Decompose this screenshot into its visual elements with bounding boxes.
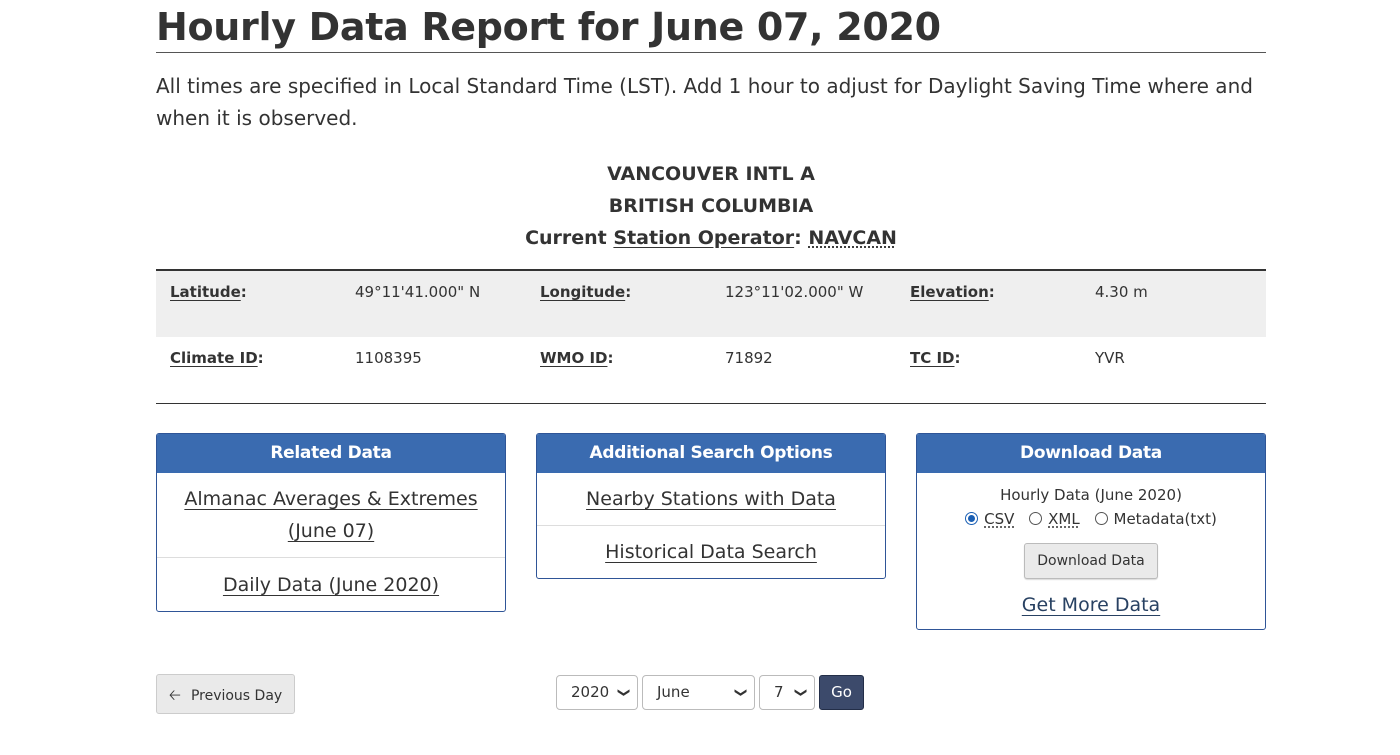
title-divider <box>156 52 1266 53</box>
format-xml-option[interactable]: XML <box>1029 509 1080 529</box>
search-options-panel: Additional Search Options Nearby Station… <box>536 433 886 579</box>
month-select[interactable]: June ❯ <box>642 675 755 710</box>
station-metadata-table: Latitude: 49°11'41.000" N Longitude: 123… <box>156 269 1266 404</box>
tc-id-label: TC ID: <box>910 349 961 367</box>
wmo-id-value: 71892 <box>725 349 773 367</box>
chevron-down-icon: ❯ <box>734 687 749 698</box>
station-header: VANCOUVER INTL A BRITISH COLUMBIA Curren… <box>156 158 1266 254</box>
elevation-value: 4.30 m <box>1095 283 1148 301</box>
metadata-row: Climate ID: 1108395 WMO ID: 71892 TC ID:… <box>156 337 1266 403</box>
station-name: VANCOUVER INTL A <box>607 163 815 185</box>
go-button[interactable]: Go <box>819 675 864 710</box>
main-content: Hourly Data Report for June 07, 2020 All… <box>156 0 1266 714</box>
nearby-stations-link[interactable]: Nearby Stations with Data <box>537 473 885 525</box>
latitude-label: Latitude: <box>170 283 247 301</box>
chevron-down-icon: ❯ <box>617 687 632 698</box>
metadata-row: Latitude: 49°11'41.000" N Longitude: 123… <box>156 271 1266 337</box>
get-more-data-link[interactable]: Get More Data <box>917 593 1265 617</box>
download-data-button[interactable]: Download Data <box>1024 543 1158 579</box>
station-province: BRITISH COLUMBIA <box>608 195 814 217</box>
tc-id-value: YVR <box>1095 349 1125 367</box>
previous-day-label: Previous Day <box>190 688 283 704</box>
format-csv-option[interactable]: CSV <box>965 509 1014 529</box>
longitude-value: 123°11'02.000" W <box>725 283 864 301</box>
day-select[interactable]: 7 ❯ <box>759 675 815 710</box>
station-operator: Current Station Operator: NAVCAN <box>156 222 1266 254</box>
month-value: June <box>657 683 690 701</box>
previous-day-button[interactable]: 🡠 Previous Day <box>156 674 295 714</box>
download-data-panel: Download Data Hourly Data (June 2020) CS… <box>916 433 1266 630</box>
operator-value: NAVCAN <box>808 227 897 249</box>
longitude-label: Longitude: <box>540 283 632 301</box>
wmo-id-label: WMO ID: <box>540 349 614 367</box>
operator-label: Station Operator <box>613 227 795 249</box>
arrow-left-icon: 🡠 <box>168 686 181 704</box>
related-data-heading: Related Data <box>157 434 505 473</box>
search-options-heading: Additional Search Options <box>537 434 885 473</box>
download-caption: Hourly Data (June 2020) <box>1000 486 1182 504</box>
page-title: Hourly Data Report for June 07, 2020 <box>156 5 941 49</box>
chevron-down-icon: ❯ <box>794 687 809 698</box>
historical-search-link[interactable]: Historical Data Search <box>537 525 885 578</box>
climate-id-value: 1108395 <box>355 349 422 367</box>
daily-data-link[interactable]: Daily Data (June 2020) <box>157 557 505 611</box>
almanac-link[interactable]: Almanac Averages & Extremes (June 07) <box>157 473 505 557</box>
related-data-panel: Related Data Almanac Averages & Extremes… <box>156 433 506 612</box>
intro-text: All times are specified in Local Standar… <box>156 74 1253 130</box>
latitude-value: 49°11'41.000" N <box>355 283 481 301</box>
operator-colon: : <box>794 227 802 249</box>
radio-icon[interactable] <box>1029 512 1043 525</box>
operator-prefix: Current <box>525 227 607 249</box>
radio-icon[interactable] <box>1094 512 1108 525</box>
year-select[interactable]: 2020 ❯ <box>556 675 638 710</box>
elevation-label: Elevation: <box>910 283 995 301</box>
climate-id-label: Climate ID: <box>170 349 264 367</box>
download-body: Hourly Data (June 2020) CSV XML Metadata… <box>917 473 1265 629</box>
day-value: 7 <box>774 683 784 701</box>
download-data-heading: Download Data <box>917 434 1265 473</box>
radio-checked-icon[interactable] <box>965 512 979 525</box>
format-radio-group: CSV XML Metadata(txt) <box>917 509 1265 529</box>
year-value: 2020 <box>571 683 610 701</box>
format-metadata-option[interactable]: Metadata(txt) <box>1094 509 1217 529</box>
